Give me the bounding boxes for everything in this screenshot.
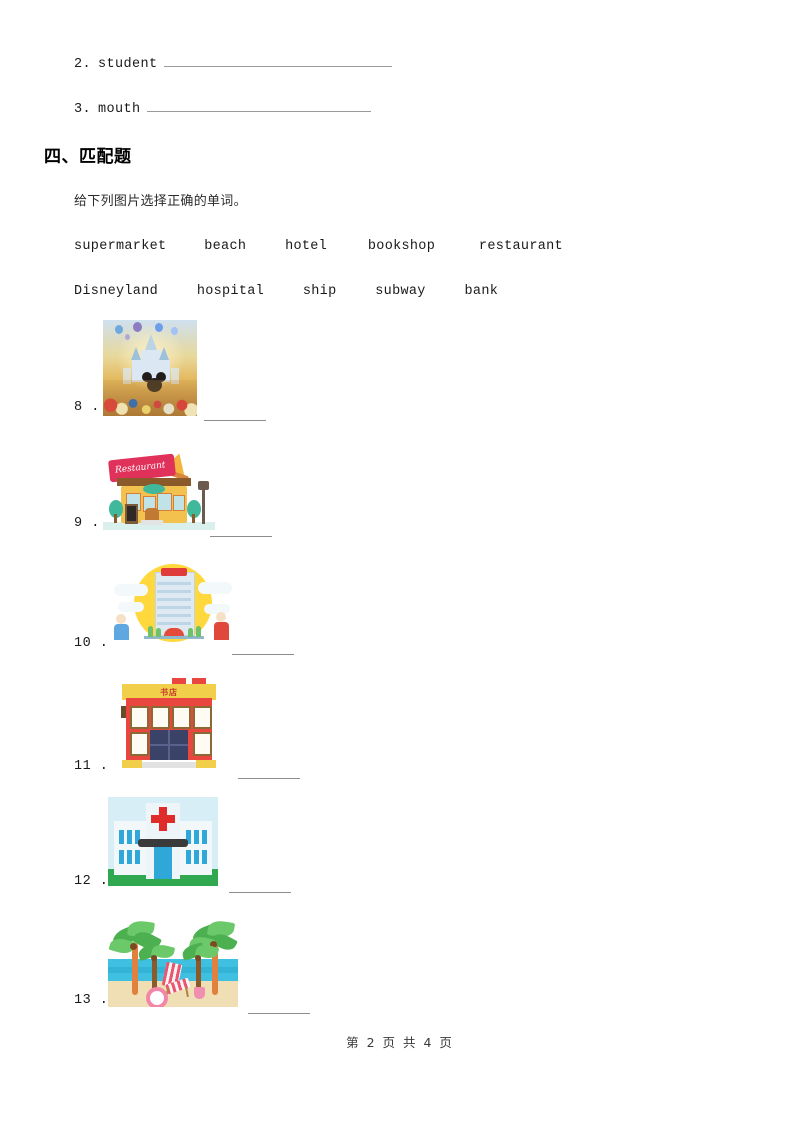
picture-item: 11 . 书店 xyxy=(74,678,414,779)
picture-item-number: 9 . xyxy=(74,516,100,531)
picture-item-number: 11 . xyxy=(74,759,109,774)
word-bank-item[interactable]: bank xyxy=(465,284,499,299)
word-bank-item[interactable]: Disneyland xyxy=(74,284,158,299)
bookshop-sign-text: 书店 xyxy=(160,688,178,697)
fill-in-number: 3. xyxy=(74,102,92,117)
word-bank-item[interactable]: restaurant xyxy=(479,239,563,254)
word-bank-item[interactable]: subway xyxy=(375,284,425,299)
word-bank-item[interactable]: ship xyxy=(303,284,337,299)
picture-item: 10 . xyxy=(74,560,414,656)
beach-palm-trees-image xyxy=(108,915,238,1007)
picture-item-number: 12 . xyxy=(74,874,109,889)
fill-in-row: 3. mouth xyxy=(74,100,371,117)
disneyland-castle-crowd-image xyxy=(103,320,197,416)
word-bank-row-1: supermarket beach hotel bookshop restaur… xyxy=(74,239,563,254)
section-instruction: 给下列图片选择正确的单词。 xyxy=(74,194,247,209)
answer-blank[interactable] xyxy=(204,410,266,421)
fill-in-row: 2. student xyxy=(74,55,392,72)
answer-blank[interactable] xyxy=(232,644,294,655)
fill-in-word: mouth xyxy=(98,102,141,117)
fill-in-blank[interactable] xyxy=(146,100,371,112)
page-footer: 第 2 页 共 4 页 xyxy=(346,1035,454,1050)
picture-item: 9 . Restaurant xyxy=(74,448,394,538)
picture-item: 12 . xyxy=(74,797,414,893)
picture-item: 13 . xyxy=(74,915,414,1015)
answer-blank[interactable] xyxy=(229,882,291,893)
fill-in-word: student xyxy=(98,57,158,72)
fill-in-blank[interactable] xyxy=(163,55,392,67)
answer-blank[interactable] xyxy=(210,526,272,537)
picture-item-number: 10 . xyxy=(74,636,109,651)
hospital-building-image xyxy=(108,797,218,886)
hotel-building-image xyxy=(112,560,234,648)
worksheet-page: 2. student 3. mouth 四、匹配题 给下列图片选择正确的单词。 … xyxy=(0,0,800,1132)
answer-blank[interactable] xyxy=(238,768,300,779)
restaurant-building-image: Restaurant xyxy=(103,448,215,530)
picture-item-number: 8 . xyxy=(74,400,100,415)
answer-blank[interactable] xyxy=(248,1003,310,1014)
word-bank-item[interactable]: beach xyxy=(204,239,246,254)
word-bank-item[interactable]: hospital xyxy=(197,284,264,299)
bookshop-building-image: 书店 xyxy=(108,678,230,773)
picture-item-number: 13 . xyxy=(74,993,109,1008)
word-bank-item[interactable]: hotel xyxy=(285,239,327,254)
word-bank-item[interactable]: bookshop xyxy=(368,239,435,254)
fill-in-number: 2. xyxy=(74,57,92,72)
picture-item: 8 . xyxy=(74,320,394,421)
section-heading: 四、匹配题 xyxy=(44,147,132,167)
word-bank-item[interactable]: supermarket xyxy=(74,239,166,254)
word-bank-row-2: Disneyland hospital ship subway bank xyxy=(74,284,498,299)
